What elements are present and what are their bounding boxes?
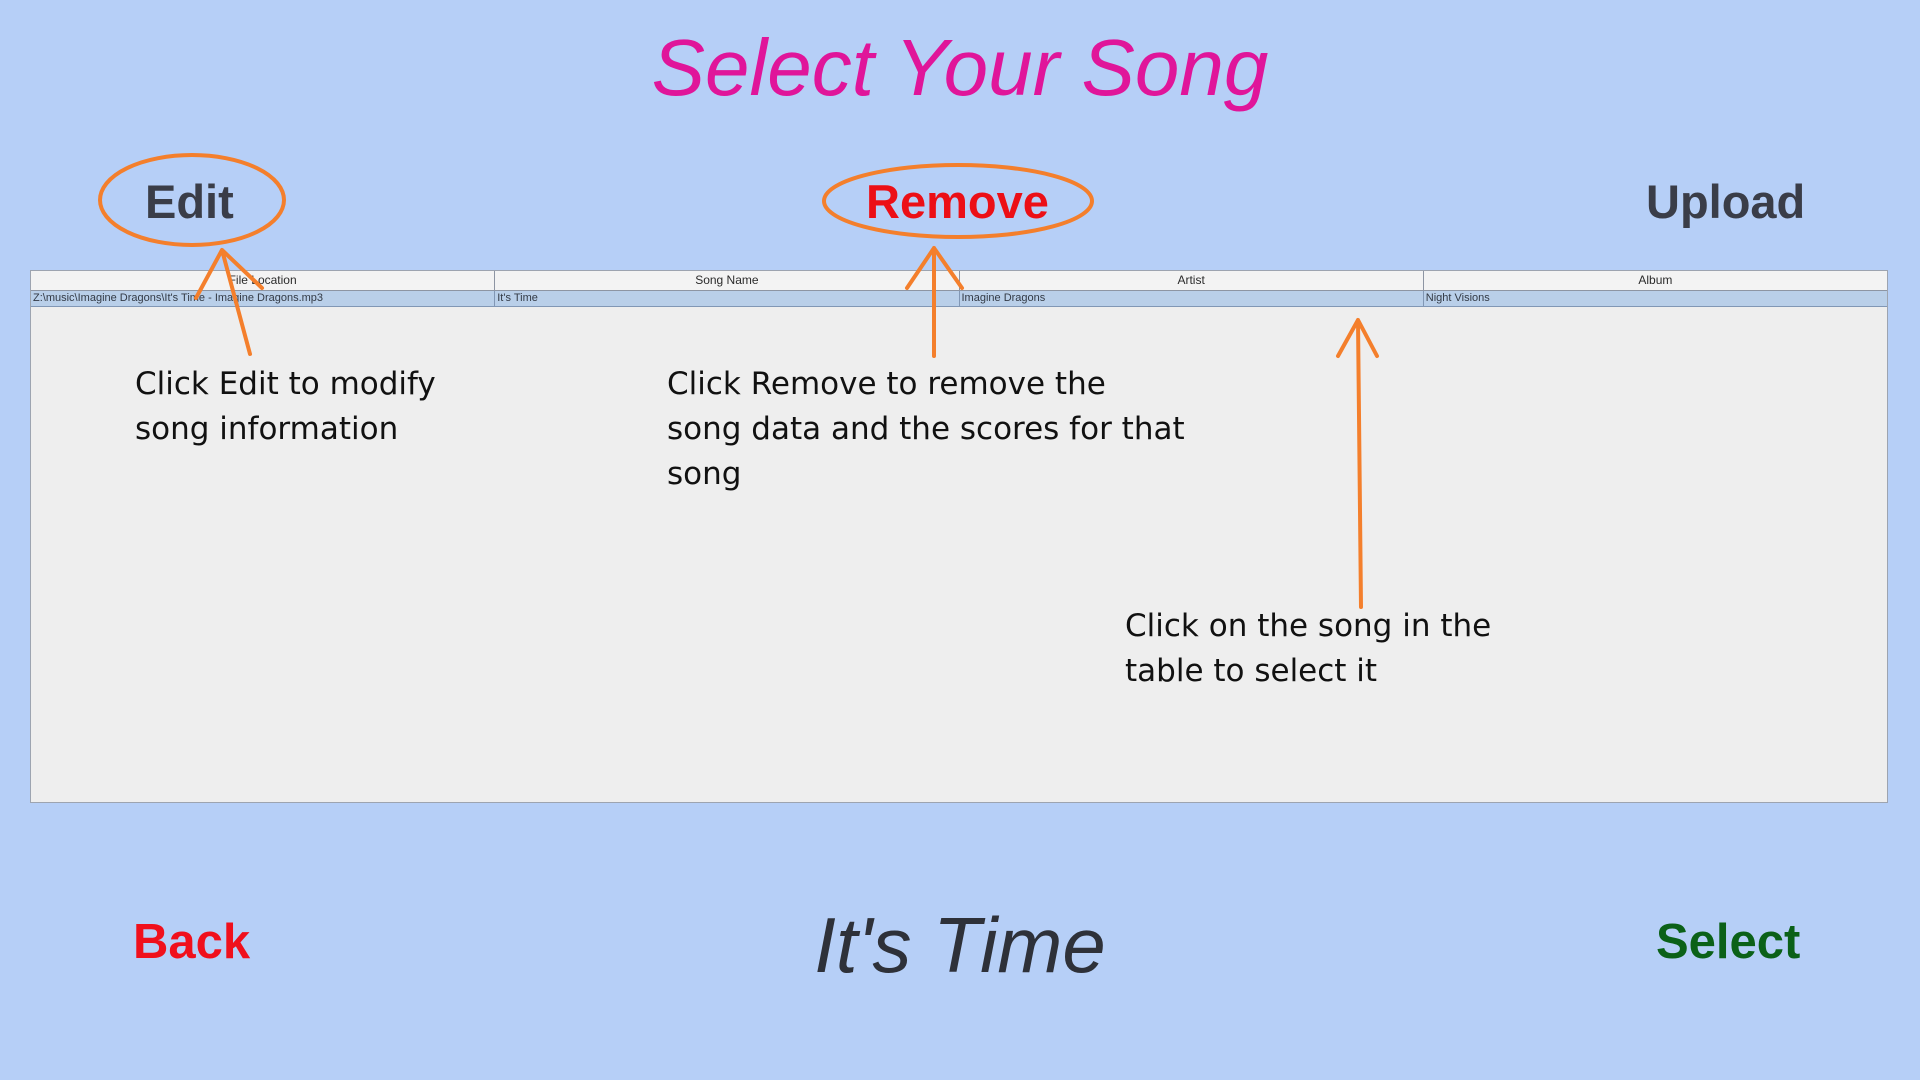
column-header-file-location[interactable]: File Location	[31, 271, 496, 290]
select-button[interactable]: Select	[1656, 910, 1800, 974]
column-header-song-name[interactable]: Song Name	[495, 271, 960, 290]
edit-button[interactable]: Edit	[145, 170, 234, 234]
cell-song-name[interactable]: It's Time	[495, 291, 960, 306]
edit-instruction: Click Edit to modify song information	[135, 366, 436, 447]
remove-instruction: Click Remove to remove the song data and…	[667, 366, 1185, 492]
column-header-artist[interactable]: Artist	[960, 271, 1424, 290]
upload-button[interactable]: Upload	[1646, 170, 1805, 234]
select-instruction: Click on the song in the table to select…	[1125, 608, 1492, 689]
selected-song-title: It's Time	[814, 901, 1106, 989]
cell-album[interactable]: Night Visions	[1424, 291, 1887, 306]
page-title: Select Your Song	[651, 23, 1269, 112]
table-row[interactable]: Z:\music\Imagine Dragons\It's Time - Ima…	[31, 291, 1887, 307]
table-header: File Location Song Name Artist Album	[31, 271, 1887, 291]
cell-artist[interactable]: Imagine Dragons	[960, 291, 1424, 306]
remove-button[interactable]: Remove	[866, 170, 1049, 234]
song-table[interactable]: File Location Song Name Artist Album Z:\…	[30, 270, 1888, 803]
cell-file-location[interactable]: Z:\music\Imagine Dragons\It's Time - Ima…	[31, 291, 496, 306]
column-header-album[interactable]: Album	[1424, 271, 1887, 290]
